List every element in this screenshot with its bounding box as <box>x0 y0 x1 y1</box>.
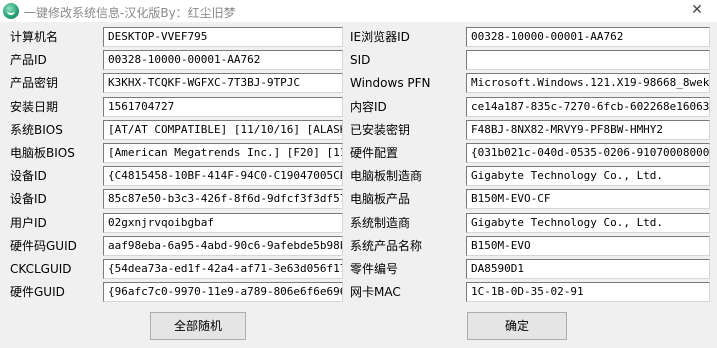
app-icon <box>3 3 19 19</box>
left-row-label: 系统BIOS <box>10 123 63 137</box>
confirm-button[interactable]: 确定 <box>467 312 567 340</box>
right-row-field[interactable]: F48BJ-8NX82-MRVY9-PF8BW-HMHY2 <box>466 120 710 140</box>
right-row-label: 内容ID <box>350 100 387 114</box>
right-row-field[interactable]: Gigabyte Technology Co., Ltd. <box>466 166 710 186</box>
title-bar: 一键修改系统信息-汉化版By：红尘旧梦 ✕ <box>0 0 717 22</box>
right-row-label: SID <box>350 53 371 67</box>
randomize-all-button[interactable]: 全部随机 <box>150 312 246 340</box>
right-row-field[interactable]: ce14a187-835c-7270-6fcb-602268e16063 <box>466 97 710 117</box>
right-row-field[interactable]: DA8590D1 <box>466 259 710 279</box>
left-row-label: CKCLGUID <box>10 262 72 276</box>
main-panel: 计算机名 DESKTOP-VVEF795 产品ID 00328-10000-00001… <box>0 22 717 348</box>
right-row-field[interactable]: B150M-EVO-CF <box>466 189 710 209</box>
left-row-field[interactable]: {54dea73a-ed1f-42a4-af71-3e63d056f174} <box>103 259 343 279</box>
left-row-field[interactable]: 02gxnjrvqoibgbaf <box>103 213 343 233</box>
right-row-field[interactable]: 00328-10000-00001-AA762 <box>466 27 710 47</box>
left-row-field[interactable]: K3KHX-TCQKF-WGFXC-7T3BJ-9TPJC <box>103 73 343 93</box>
left-row-field[interactable]: [AT/AT COMPATIBLE] [11/10/16] [ALASKA - … <box>103 120 343 140</box>
right-row-label: Windows PFN <box>350 76 431 90</box>
right-row-field[interactable]: Gigabyte Technology Co., Ltd. <box>466 213 710 233</box>
left-row-field[interactable]: {96afc7c0-9970-11e9-a789-806e6f6e6963} <box>103 282 343 302</box>
right-row-label: IE浏览器ID <box>350 30 410 44</box>
left-row-label: 产品ID <box>10 53 47 67</box>
right-row-label: 系统制造商 <box>350 216 411 230</box>
left-row-field[interactable]: DESKTOP-VVEF795 <box>103 27 343 47</box>
right-row-label: 零件编号 <box>350 262 399 276</box>
right-row-field[interactable]: {031b021c-040d-0535-0206-910700080009} <box>466 143 710 163</box>
right-row-label: 电脑板产品 <box>350 192 411 206</box>
right-row-label: 电脑板制造商 <box>350 169 423 183</box>
left-row-field[interactable]: {C4815458-10BF-414F-94C0-C19047005CB1} <box>103 166 343 186</box>
left-row-field[interactable]: 1561704727 <box>103 97 343 117</box>
left-row-label: 电脑板BIOS <box>10 146 75 160</box>
right-row-field[interactable]: B150M-EVO <box>466 236 710 256</box>
close-button[interactable]: ✕ <box>677 0 717 22</box>
left-row-label: 安装日期 <box>10 100 59 114</box>
left-row-field[interactable]: [American Megatrends Inc.] [F20] [11/10/… <box>103 143 343 163</box>
right-row-label: 网卡MAC <box>350 285 401 299</box>
right-row-label: 硬件配置 <box>350 146 399 160</box>
right-row-field[interactable]: 1C-1B-0D-35-02-91 <box>466 282 710 302</box>
right-row-field[interactable] <box>466 50 710 70</box>
right-row-field[interactable]: Microsoft.Windows.121.X19-98668_8wekyb3d… <box>466 73 710 93</box>
left-row-label: 硬件GUID <box>10 285 65 299</box>
right-row-label: 系统产品名称 <box>350 239 423 253</box>
left-row-field[interactable]: 85c87e50-b3c3-426f-8f6d-9dfcf3f3df57 <box>103 189 343 209</box>
left-row-field[interactable]: 00328-10000-00001-AA762 <box>103 50 343 70</box>
left-row-label: 用户ID <box>10 216 47 230</box>
left-row-field[interactable]: aaf98eba-6a95-4abd-90c6-9afebde5b98b <box>103 236 343 256</box>
left-row-label: 设备ID <box>10 169 47 183</box>
left-row-label: 硬件码GUID <box>10 239 77 253</box>
left-row-label: 计算机名 <box>10 30 59 44</box>
left-row-label: 产品密钥 <box>10 76 59 90</box>
left-row-label: 设备ID <box>10 192 47 206</box>
right-row-label: 已安装密钥 <box>350 123 411 137</box>
window-title: 一键修改系统信息-汉化版By：红尘旧梦 <box>24 6 236 20</box>
